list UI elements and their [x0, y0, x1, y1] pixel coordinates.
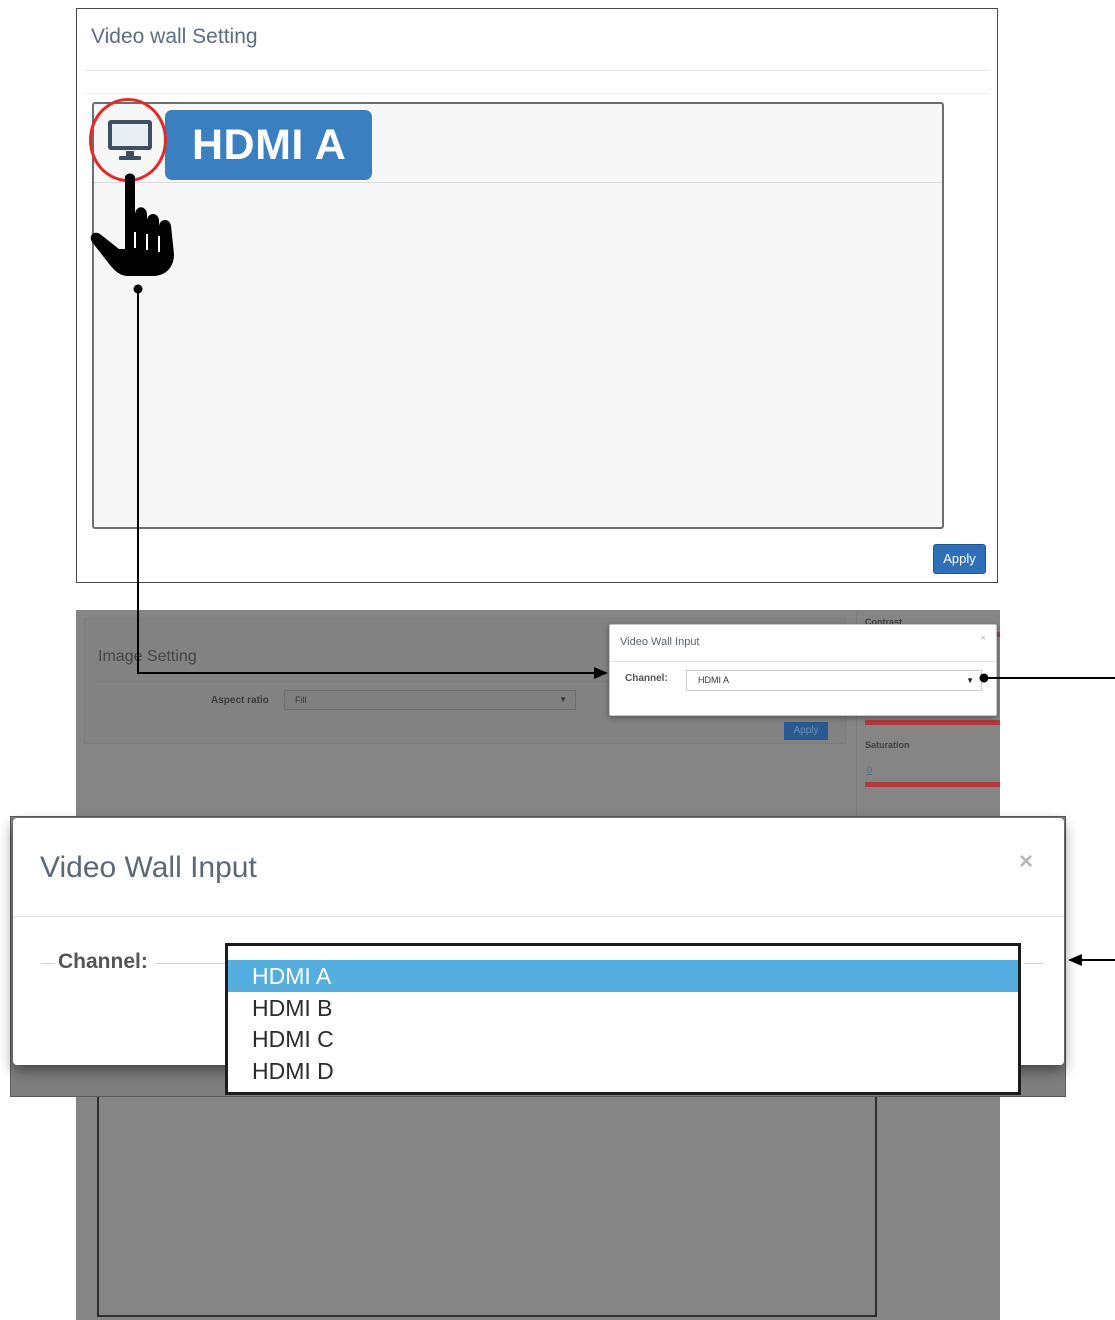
channel-option-hdmi-d[interactable]: HDMI D: [228, 1055, 1018, 1087]
video-wall-input-modal-small: Video Wall Input × Channel: HDMI A ▼: [609, 624, 997, 716]
source-badge-hdmi-a[interactable]: HDMI A: [165, 110, 372, 180]
aspect-ratio-value: Fill: [295, 695, 307, 705]
caret-down-icon: ▼: [559, 695, 567, 704]
canvas-header-divider: [94, 182, 942, 183]
channel-option-hdmi-c[interactable]: HDMI C: [228, 1023, 1018, 1055]
channel-option-hdmi-a[interactable]: HDMI A: [228, 960, 1018, 992]
video-wall-setting-panel: Video wall Setting Apply: [76, 8, 998, 583]
slider-bar[interactable]: [865, 720, 1000, 725]
small-modal-channel-label: Channel:: [625, 673, 668, 684]
caret-down-icon: ▼: [966, 676, 974, 685]
channel-dropdown-list[interactable]: HDMI A HDMI B HDMI C HDMI D: [225, 943, 1021, 1095]
large-modal-divider: [13, 916, 1064, 917]
saturation-slider-bar[interactable]: [865, 782, 1000, 787]
label-guide-line: [1024, 963, 1044, 964]
image-setting-apply-button[interactable]: Apply: [784, 722, 828, 740]
video-wall-apply-button[interactable]: Apply: [933, 544, 986, 574]
video-wall-setting-title: Video wall Setting: [91, 25, 258, 48]
large-modal-channel-label: Channel:: [58, 950, 148, 973]
image-setting-title: Image Setting: [98, 648, 197, 665]
dimmed-lower-frame: [97, 1088, 877, 1317]
large-modal-title: Video Wall Input: [40, 851, 257, 884]
channel-option-hdmi-b[interactable]: HDMI B: [228, 992, 1018, 1024]
close-icon[interactable]: ×: [1019, 848, 1033, 876]
close-icon[interactable]: ×: [980, 633, 986, 644]
small-modal-title: Video Wall Input: [620, 636, 700, 648]
aspect-ratio-select[interactable]: Fill ▼: [284, 690, 576, 710]
title-divider: [85, 70, 989, 71]
pointing-hand-icon: [90, 173, 174, 276]
small-modal-channel-value: HDMI A: [698, 675, 730, 685]
aspect-ratio-label: Aspect ratio: [211, 695, 269, 706]
monitor-icon: [108, 120, 152, 160]
small-modal-divider: [610, 661, 996, 662]
small-modal-channel-select[interactable]: HDMI A ▼: [686, 670, 982, 691]
label-guide-line: [155, 963, 227, 964]
saturation-label: Saturation: [865, 740, 910, 750]
label-guide-line: [41, 963, 55, 964]
title-divider-secondary: [85, 93, 989, 94]
saturation-value: 0: [867, 765, 873, 775]
